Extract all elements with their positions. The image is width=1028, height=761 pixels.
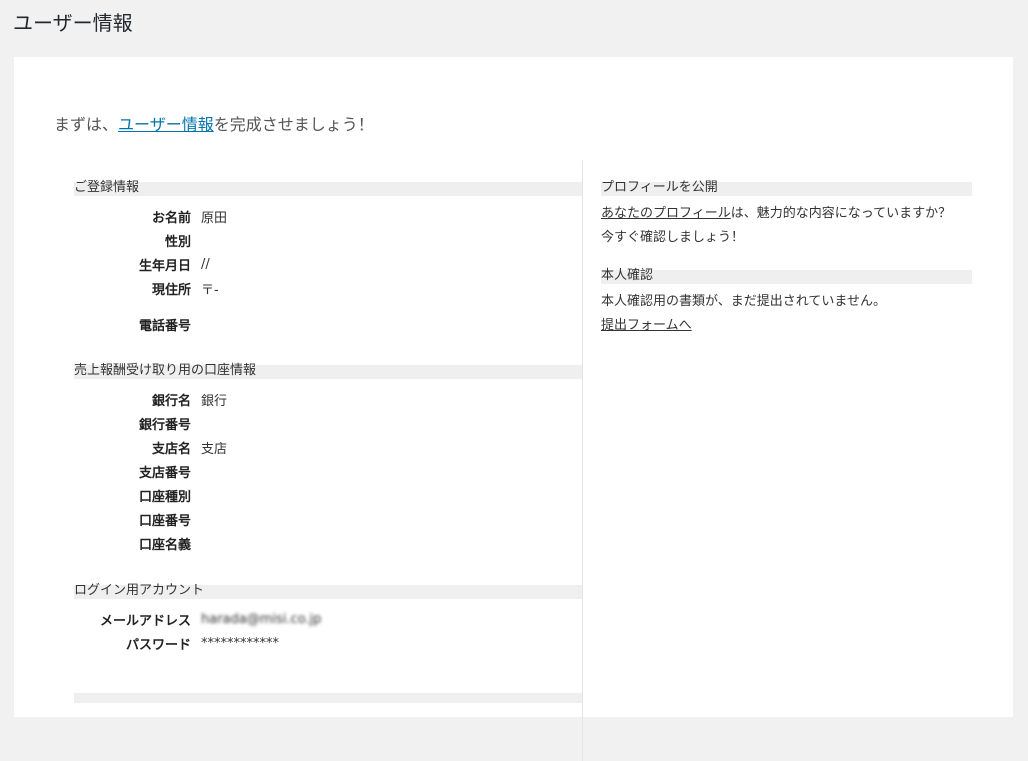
password-label: パスワード <box>125 637 191 653</box>
account-number-label: 口座番号 <box>138 513 191 529</box>
profile-message: あなたのプロフィールは、魅力的な内容になっていますか？ 今すぐ確認しましょう！ <box>601 202 972 250</box>
identity-message: 本人確認用の書類が、まだ提出されていません。 提出フォームへ <box>601 290 972 338</box>
intro-suffix: を完成させましょう！ <box>213 115 374 134</box>
email-label: メールアドレス <box>99 613 191 629</box>
user-info-link[interactable]: ユーザー情報 <box>118 115 214 134</box>
row-password: パスワード ************ <box>74 631 582 655</box>
bank-heading: 売上報酬受け取り用の口座情報 <box>74 364 582 379</box>
account-type-label: 口座種別 <box>138 489 191 505</box>
row-account-number: 口座番号 <box>74 507 582 531</box>
profile-heading: プロフィールを公開 <box>601 181 972 196</box>
login-heading: ログイン用アカウント <box>74 584 582 599</box>
phone-label: 電話番号 <box>138 319 191 334</box>
address-label: 現住所 <box>151 282 191 298</box>
page-title: ユーザー情報 <box>13 11 133 35</box>
bank-name-label: 銀行名 <box>151 393 191 409</box>
user-info-panel: まずは、ユーザー情報を完成させましょう！ ご登録情報 お名前 原田 性別 生年月… <box>14 57 1013 761</box>
identity-heading: 本人確認 <box>601 269 972 284</box>
name-label: お名前 <box>151 210 191 226</box>
row-name: お名前 原田 <box>74 204 582 228</box>
left-column: ご登録情報 お名前 原田 性別 生年月日 // 現住所 〒- 電話番号 売上報酬… <box>74 181 582 655</box>
right-column: プロフィールを公開 あなたのプロフィールは、魅力的な内容になっていますか？ 今す… <box>601 181 972 338</box>
row-bank-number: 銀行番号 <box>74 411 582 435</box>
next-section-heading <box>74 693 582 703</box>
email-value: harada@misi.co.jp <box>201 611 322 627</box>
row-branch-name: 支店名 支店 <box>74 435 582 459</box>
intro-prefix: まずは、 <box>54 115 119 134</box>
registration-heading: ご登録情報 <box>74 181 582 196</box>
bank-rows: 銀行名 銀行 銀行番号 支店名 支店 支店番号 口座種別 口座番号 口座名義 <box>74 387 582 555</box>
submit-form-link[interactable]: 提出フォームへ <box>601 318 692 333</box>
row-birthdate: 生年月日 // <box>74 252 582 276</box>
row-account-holder: 口座名義 <box>74 531 582 555</box>
password-value: ************ <box>201 635 279 651</box>
gender-label: 性別 <box>164 234 191 250</box>
branch-number-label: 支店番号 <box>138 465 191 481</box>
row-bank-name: 銀行名 銀行 <box>74 387 582 411</box>
address-value: 〒- <box>201 282 219 298</box>
intro-message: まずは、ユーザー情報を完成させましょう！ <box>54 113 374 137</box>
row-address: 現住所 〒- <box>74 276 582 300</box>
birthdate-label: 生年月日 <box>138 258 191 274</box>
row-gender: 性別 <box>74 228 582 252</box>
row-branch-number: 支店番号 <box>74 459 582 483</box>
birthdate-value: // <box>201 256 210 272</box>
bank-name-value: 銀行 <box>201 393 228 409</box>
column-divider <box>582 161 583 761</box>
identity-text: 本人確認用の書類が、まだ提出されていません。 <box>601 294 886 309</box>
row-account-type: 口座種別 <box>74 483 582 507</box>
bank-number-label: 銀行番号 <box>138 417 191 433</box>
row-email: メールアドレス harada@misi.co.jp <box>74 607 582 631</box>
account-holder-label: 口座名義 <box>138 537 191 553</box>
login-rows: メールアドレス harada@misi.co.jp パスワード ********… <box>74 607 582 655</box>
profile-link[interactable]: あなたのプロフィール <box>601 206 731 221</box>
branch-name-label: 支店名 <box>151 441 191 457</box>
branch-name-value: 支店 <box>201 441 228 457</box>
registration-rows: お名前 原田 性別 生年月日 // 現住所 〒- 電話番号 <box>74 204 582 338</box>
row-phone: 電話番号 <box>74 300 582 338</box>
name-value: 原田 <box>201 210 228 226</box>
